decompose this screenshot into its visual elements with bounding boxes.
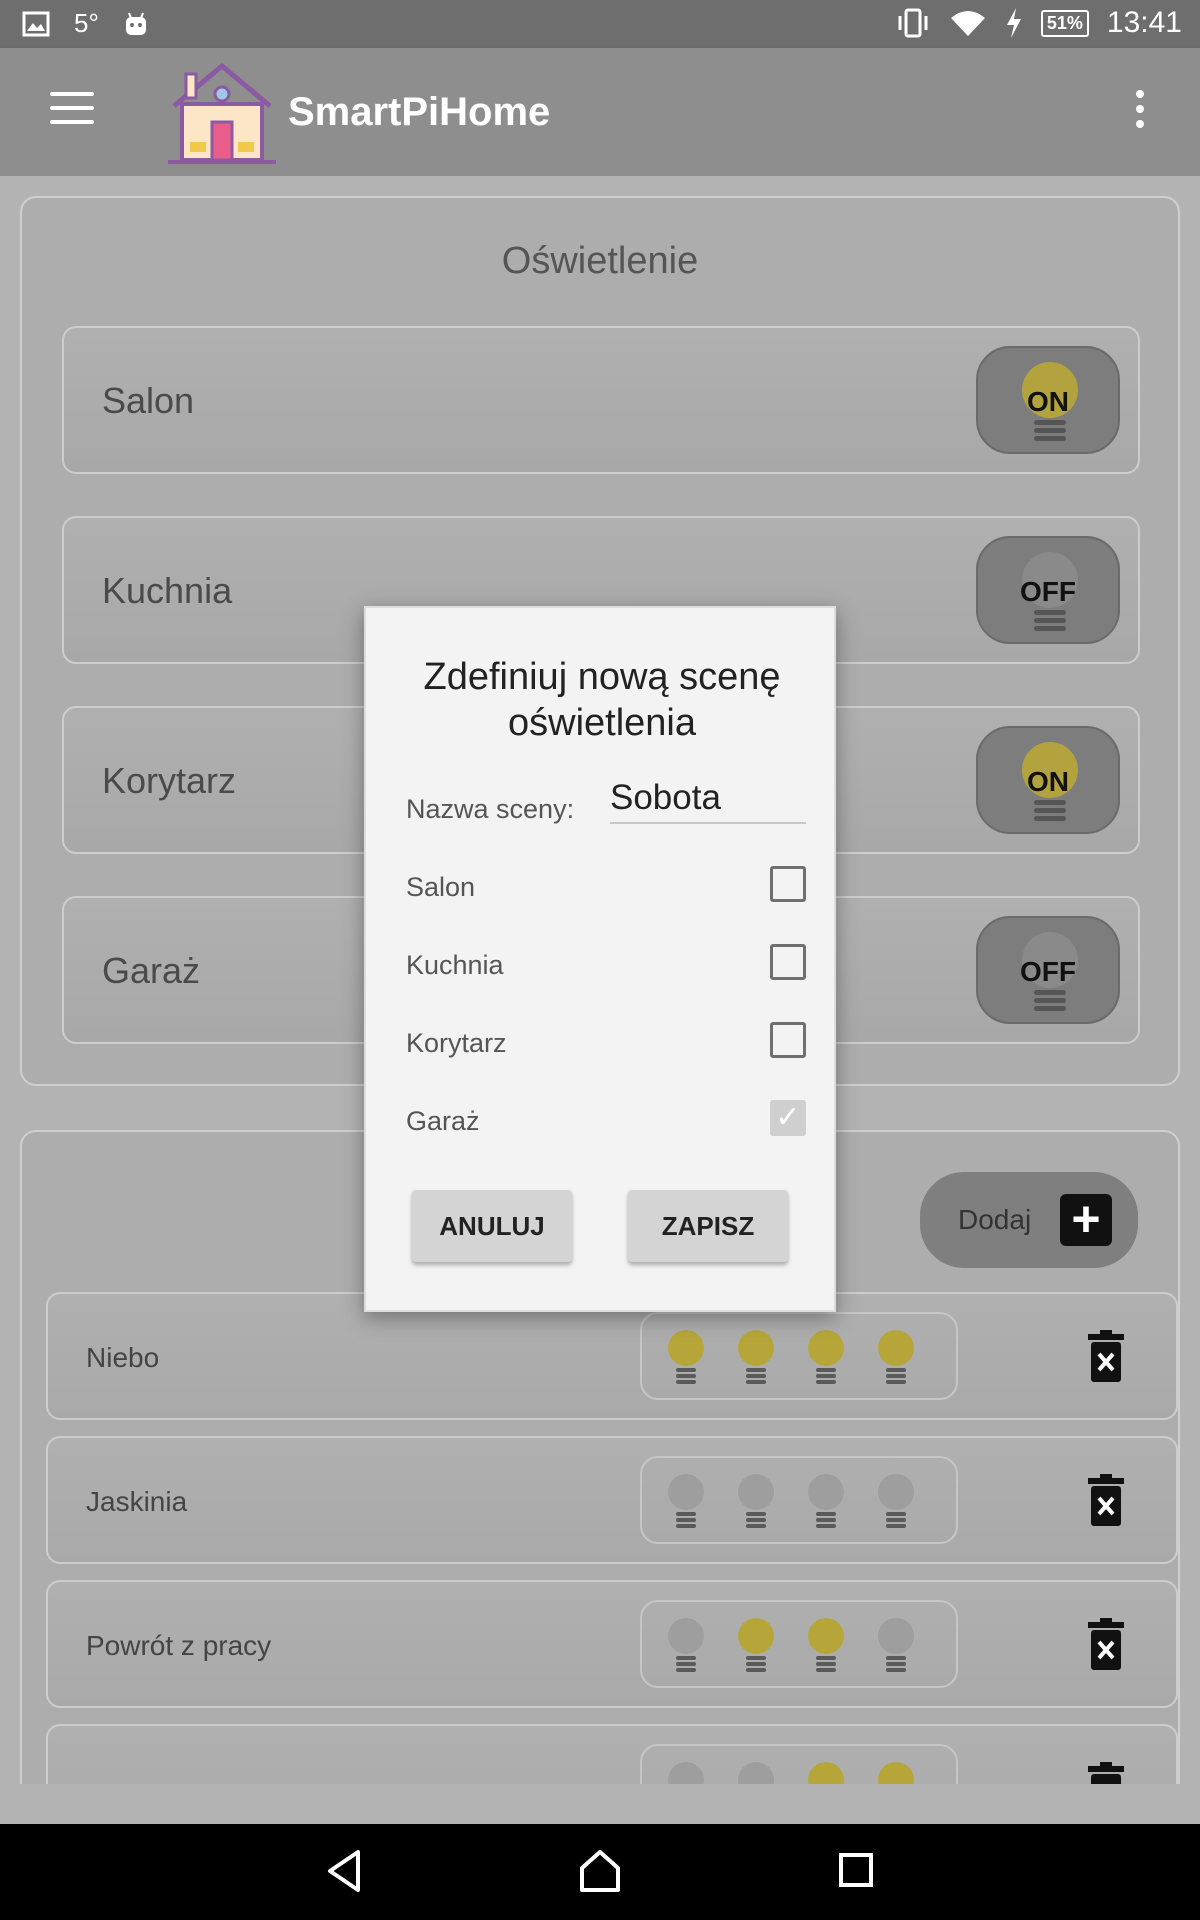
scene-bulb-icon <box>666 1618 706 1672</box>
checkbox-row-salon[interactable]: Salon <box>406 862 806 912</box>
scene-row[interactable]: Powrót z pracy <box>46 1580 1178 1708</box>
toggle-state: ON <box>1027 766 1069 797</box>
checkbox-kuchnia[interactable] <box>770 944 806 980</box>
more-vert-icon[interactable] <box>1130 90 1150 134</box>
scene-bulb-icon <box>806 1618 846 1672</box>
add-label: Dodaj <box>958 1204 1032 1235</box>
wifi-icon <box>950 11 985 36</box>
clock: 13:41 <box>1106 6 1182 39</box>
scene-bulb-icon <box>876 1330 916 1384</box>
delete-icon[interactable] <box>1086 1618 1126 1672</box>
add-scene-button[interactable]: Dodaj + <box>920 1172 1138 1268</box>
checkbox-label: Korytarz <box>406 1028 507 1058</box>
toggle-state: OFF <box>1020 956 1076 987</box>
checkbox-row-garaz: Garaż ✓ <box>406 1096 806 1146</box>
scene-bulb-icon <box>876 1474 916 1528</box>
light-toggle-kuchnia[interactable]: OFF <box>976 536 1120 644</box>
scene-bulb-icon <box>736 1330 776 1384</box>
light-toggle-salon[interactable]: ON <box>976 346 1120 454</box>
scene-bulbs <box>640 1600 958 1688</box>
checkbox-label: Salon <box>406 872 476 902</box>
scene-name-input[interactable] <box>610 774 806 824</box>
light-name: Korytarz <box>102 760 237 801</box>
dialog-title: Zdefiniuj nową scenę oświetlenia <box>423 656 781 744</box>
menu-icon[interactable] <box>50 92 94 132</box>
back-icon[interactable] <box>324 1848 364 1894</box>
navigation-bar <box>0 1824 1200 1920</box>
scene-bulbs <box>640 1456 958 1544</box>
checkbox-label: Kuchnia <box>406 950 504 980</box>
android-icon <box>125 12 146 35</box>
scene-bulb-icon <box>666 1330 706 1384</box>
checkbox-row-korytarz[interactable]: Korytarz <box>406 1018 806 1068</box>
image-icon <box>22 11 50 36</box>
checkbox-korytarz[interactable] <box>770 1022 806 1058</box>
scene-row[interactable]: Jaskinia <box>46 1436 1178 1564</box>
light-toggle-korytarz[interactable]: ON <box>976 726 1120 834</box>
scene-bulbs <box>640 1312 958 1400</box>
house-logo <box>168 63 276 164</box>
scene-name: Niebo <box>86 1342 160 1373</box>
light-name: Garaż <box>102 950 201 991</box>
delete-icon[interactable] <box>1086 1474 1126 1528</box>
new-scene-dialog: Zdefiniuj nową scenę oświetlenia Nazwa s… <box>364 606 836 1312</box>
app-bar: SmartPiHome <box>0 48 1200 176</box>
charging-icon <box>1006 8 1021 38</box>
vibrate-icon <box>898 8 928 38</box>
delete-icon[interactable] <box>1086 1330 1126 1384</box>
home-icon[interactable] <box>578 1848 622 1894</box>
plus-icon: + <box>1060 1194 1112 1246</box>
toggle-state: OFF <box>1020 576 1076 607</box>
temperature: 5° <box>74 8 99 38</box>
recents-icon[interactable] <box>838 1852 874 1888</box>
toggle-state: ON <box>1027 386 1069 417</box>
battery-icon: 51% <box>1040 9 1089 37</box>
scene-bulb-icon <box>736 1618 776 1672</box>
bottom-spacer <box>0 1784 1200 1824</box>
checkbox-label: Garaż <box>406 1106 480 1136</box>
scene-bulb-icon <box>666 1474 706 1528</box>
scene-bulb-icon <box>806 1474 846 1528</box>
checkbox-garaz: ✓ <box>770 1100 806 1136</box>
scene-bulb-icon <box>806 1330 846 1384</box>
scene-name: Powrót z pracy <box>86 1630 272 1661</box>
scene-name: Jaskinia <box>86 1486 188 1517</box>
cancel-button[interactable]: ANULUJ <box>412 1190 572 1262</box>
light-name: Kuchnia <box>102 570 233 611</box>
checkbox-row-kuchnia[interactable]: Kuchnia <box>406 940 806 990</box>
app-title: SmartPiHome <box>288 90 551 134</box>
scene-bulb-icon <box>876 1618 916 1672</box>
status-bar: 5° 51% 13:41 <box>0 0 1200 48</box>
light-toggle-garaz[interactable]: OFF <box>976 916 1120 1024</box>
scene-bulb-icon <box>736 1474 776 1528</box>
light-name: Salon <box>102 380 195 421</box>
light-row-salon: Salon ON <box>62 326 1140 474</box>
checkbox-salon[interactable] <box>770 866 806 902</box>
scene-name-label: Nazwa sceny: <box>406 794 575 824</box>
save-button[interactable]: ZAPISZ <box>628 1190 788 1262</box>
lighting-title: Oświetlenie <box>501 240 699 282</box>
